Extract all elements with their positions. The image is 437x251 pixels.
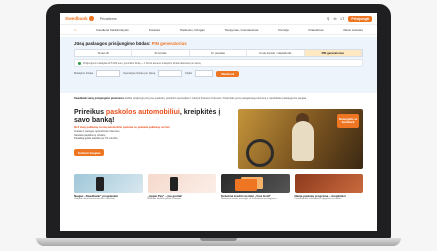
tab-smart-id[interactable]: Smart-ID	[75, 50, 133, 56]
card-image	[294, 174, 363, 193]
laptop-notch	[200, 238, 237, 241]
segment-selector[interactable]: Privatiems	[100, 17, 117, 21]
header-actions: ⚲ ✉ LT Prisijungti	[327, 15, 372, 22]
nav-item-savings[interactable]: Taupymas, investavimas	[225, 28, 259, 32]
learn-more-button[interactable]: Sužinoti daugiau	[74, 149, 105, 157]
tab-pin-generator[interactable]: PIN generatorius	[304, 50, 363, 56]
login-method-calculator: Jūsų paslaugos prisijungimo būdas: PIN g…	[60, 37, 377, 93]
home-icon[interactable]: ⌂	[74, 27, 76, 32]
info-icon	[78, 61, 81, 65]
tab-code-card[interactable]: Kodų kortelė / slaptažodis	[247, 50, 305, 56]
card-text: Mokėjimai visame pasaulyje su išskirtinė…	[221, 197, 278, 200]
chat-icon[interactable]: ✉	[333, 17, 336, 21]
card-image	[221, 174, 290, 193]
nav-item-loans[interactable]: Paskolos, lizingas	[180, 28, 205, 32]
card-image	[74, 174, 143, 193]
search-icon[interactable]: ⚲	[327, 17, 330, 21]
payment-limit-label: Mokėjimo limitas	[74, 72, 94, 75]
card-app[interactable]: Naujas „Swedbank" programėlė Valdykite s…	[74, 174, 143, 208]
laptop-frame: Swedbank Privatiems ⚲ ✉ LT Prisijungti ⌂…	[46, 4, 391, 240]
nav-item-my-cards[interactable]: Mano kortelės	[343, 28, 362, 32]
promo-image: Sutaupykite su Swedbank	[238, 109, 363, 169]
card-apple-pay[interactable]: „Apple Pay" – jau greitai! Mokėkite tele…	[147, 174, 216, 208]
quantity-input[interactable]	[195, 70, 214, 77]
calculator-title: Jūsų paslaugos prisijungimo būdas: PIN g…	[74, 41, 363, 46]
top-header: Swedbank Privatiems ⚲ ✉ LT Prisijungti	[60, 13, 377, 25]
swedbank-logo[interactable]: Swedbank	[65, 16, 94, 21]
intro-paragraph: Swedbank vartų prisijungimo priemonės le…	[74, 97, 363, 107]
intro-bold: Swedbank vartų prisijungimo priemonės	[74, 97, 125, 100]
phone-icon	[96, 177, 104, 191]
nav-item-cards[interactable]: Kortelės	[149, 28, 160, 32]
promo-title: Prireikus paskolos automobiliui, kreipki…	[74, 109, 224, 124]
feature-cards: Naujas „Swedbank" programėlė Valdykite s…	[74, 174, 363, 208]
promo-title-highlight: paskolos automobiliui	[105, 109, 180, 116]
steering-wheel-icon	[246, 139, 274, 167]
person-figure	[292, 121, 314, 161]
main-nav: ⌂ Kasdienė bankininkystė Kortelės Paskol…	[60, 25, 377, 35]
quantity-label: Kiekis	[185, 72, 193, 75]
calculate-button[interactable]: Skaičiuoti	[216, 70, 240, 77]
nav-item-pension[interactable]: Pensija	[278, 28, 288, 32]
card-visa-gold[interactable]: Debetinė kredito kortelė „Visa Gold" Mok…	[221, 174, 290, 208]
notice-text: Prisijungimo nustatytas iki 5 000 eurų, …	[83, 61, 202, 65]
phone-icon	[169, 177, 178, 191]
bank-card-icon	[235, 179, 257, 191]
card-image	[147, 174, 216, 193]
login-button[interactable]: Prisijungti	[348, 15, 372, 22]
limit-notice: Prisijungimo nustatytas iki 5 000 eurų, …	[74, 59, 363, 67]
calculator-inputs: Mokėjimo limitas Operacijos limitas per …	[74, 70, 363, 77]
daily-limit-input[interactable]	[158, 70, 183, 77]
method-tabs: Smart-ID ID kortelė M. parašas Kodų kort…	[74, 49, 363, 57]
nav-item-daily[interactable]: Kasdienė bankininkystė	[96, 28, 129, 32]
tab-mobile-signature[interactable]: M. parašas	[190, 50, 248, 56]
card-loan-program[interactable]: Nauja paskolų programa – kreipkitės! Pas…	[294, 174, 363, 208]
nav-item-insurance[interactable]: Draudimas	[309, 28, 324, 32]
card-text: Mokėkite telefonu greitai ir saugiai.	[147, 197, 182, 200]
language-selector[interactable]: LT	[340, 17, 344, 21]
browser-viewport: Swedbank Privatiems ⚲ ✉ LT Prisijungti ⌂…	[60, 13, 377, 231]
calculator-title-text: Jūsų paslaugos prisijungimo būdas:	[74, 41, 151, 46]
card-text: Valdykite savo finansus bet kur ir bet k…	[74, 197, 116, 200]
intro-text: leidžia prisijungti prie jūsų saskaitų, …	[124, 97, 307, 100]
payment-limit-input[interactable]	[96, 70, 121, 77]
card-text: Pasinaudokite išskirtinėmis sąlygomis ja…	[294, 197, 342, 200]
logo-text: Swedbank	[65, 16, 88, 21]
logo-icon	[89, 16, 94, 21]
car-loan-promo: Prireikus paskolos automobiliui, kreipki…	[74, 109, 363, 171]
promo-title-line1: Prireikus	[74, 109, 104, 116]
promo-badge: Sutaupykite su Swedbank	[337, 114, 359, 128]
daily-limit-label: Operacijos limitas per dieną	[123, 72, 156, 75]
tab-id-card[interactable]: ID kortelė	[132, 50, 190, 56]
calculator-title-highlight: PIN generatorius	[151, 41, 187, 46]
